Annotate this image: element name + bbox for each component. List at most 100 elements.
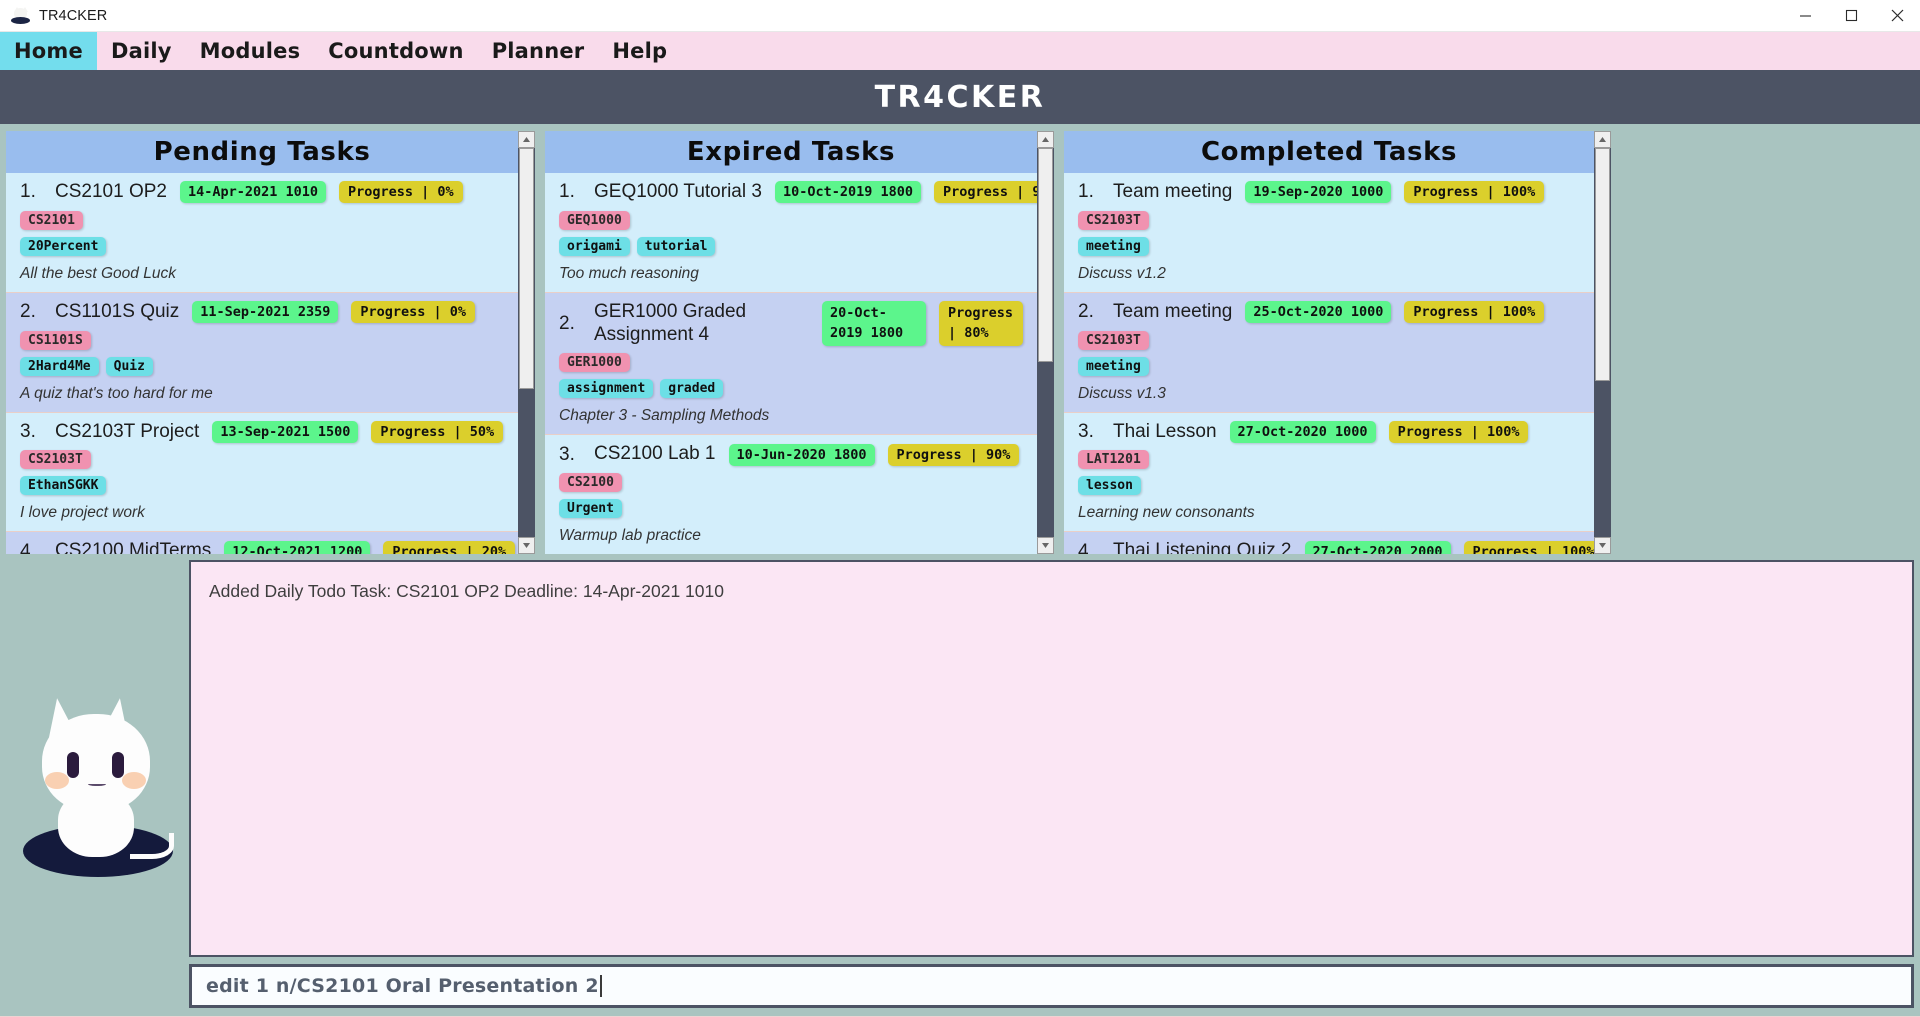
task-card[interactable]: 1. Team meeting 19-Sep-2020 1000 Progress |… xyxy=(1064,173,1594,293)
task-index: 1. xyxy=(559,181,575,203)
command-input[interactable]: edit 1 n/CS2101 Oral Presentation 2 xyxy=(206,975,599,997)
task-deadline-badge: 10-Jun-2020 1800 xyxy=(728,443,875,466)
task-module-tag: CS2103T xyxy=(1078,210,1149,230)
cat-mascot-icon xyxy=(18,692,178,877)
pending-scroll-thumb[interactable] xyxy=(519,148,534,390)
task-card[interactable]: 1. GEQ1000 Tutorial 3 10-Oct-2019 1800 Prog… xyxy=(545,173,1037,293)
completed-scrollbar[interactable] xyxy=(1594,131,1611,554)
expired-panel-title: Expired Tasks xyxy=(686,137,896,167)
task-label-tag: tutorial xyxy=(636,236,716,256)
bottom-region: Added Daily Todo Task: CS2101 OP2 Deadli… xyxy=(0,554,1920,1016)
completed-scroll-thumb[interactable] xyxy=(1595,148,1610,382)
expired-scrollbar[interactable] xyxy=(1037,131,1054,554)
task-label-tag: 2Hard4Me xyxy=(20,356,99,376)
task-card[interactable]: 4. CS2100 MidTerms 12-Oct-2021 1200 Progres… xyxy=(6,532,518,554)
menu-item-countdown[interactable]: Countdown xyxy=(314,32,477,70)
completed-scroll-track[interactable] xyxy=(1594,148,1611,537)
task-label-tag: 20Percent xyxy=(20,236,107,256)
task-card[interactable]: 3. CS2103T Project 13-Sep-2021 1500 Progres… xyxy=(6,412,518,533)
task-card[interactable]: 4. Thai Listening Quiz 2 27-Oct-2020 2000 P… xyxy=(1064,532,1594,554)
task-name: GEQ1000 Tutorial 3 xyxy=(594,181,762,202)
task-label-tag-row: lesson xyxy=(1078,476,1582,496)
window-controls xyxy=(1782,0,1920,32)
task-progress-badge: Progress | 50% xyxy=(371,420,504,443)
task-label-tag-row: meeting xyxy=(1078,236,1582,256)
menu-item-daily[interactable]: Daily xyxy=(97,32,186,70)
task-module-tag: CS2101 xyxy=(20,210,83,230)
maximize-icon[interactable] xyxy=(1828,0,1874,32)
menu-bar: Home Daily Modules Countdown Planner Help xyxy=(0,32,1920,70)
menu-item-help[interactable]: Help xyxy=(598,32,681,70)
task-name: CS2100 Lab 1 xyxy=(594,443,716,465)
task-card[interactable]: 3. Thai Lesson 27-Oct-2020 1000 Progress | … xyxy=(1064,412,1594,533)
task-label-tag: EthanSGKK xyxy=(20,476,107,496)
panel-gap-1 xyxy=(535,131,545,554)
pending-scroll-track[interactable] xyxy=(518,148,535,537)
pending-panel-wrap: Pending Tasks 1. CS2101 OP2 14-Apr-2021 10… xyxy=(6,131,535,554)
task-header-row: 2. CS1101S Quiz 11-Sep-2021 2359 Progress |… xyxy=(20,301,506,324)
task-name: Team meeting xyxy=(1113,181,1233,202)
task-description: A quiz that's too hard for me xyxy=(20,384,213,402)
expired-scroll-track[interactable] xyxy=(1037,148,1054,537)
task-module-tag: CS1101S xyxy=(20,330,91,350)
minimize-icon[interactable] xyxy=(1782,0,1828,32)
feedback-display: Added Daily Todo Task: CS2101 OP2 Deadli… xyxy=(189,560,1914,957)
task-label-tag: meeting xyxy=(1078,236,1149,256)
command-input-box[interactable]: edit 1 n/CS2101 Oral Presentation 2 xyxy=(189,964,1914,1008)
task-name: CS2100 MidTerms xyxy=(55,540,212,554)
task-deadline-badge: 13-Sep-2021 1500 xyxy=(212,420,359,443)
menu-item-planner[interactable]: Planner xyxy=(478,32,599,70)
pending-scrollbar[interactable] xyxy=(518,131,535,554)
expired-scroll-up-icon[interactable] xyxy=(1037,131,1054,148)
expired-scroll-down-icon[interactable] xyxy=(1037,537,1054,554)
task-card[interactable]: 2. Team meeting 25-Oct-2020 1000 Progress |… xyxy=(1064,292,1594,413)
task-header-row: 3. Thai Lesson 27-Oct-2020 1000 Progress | … xyxy=(1078,421,1582,444)
task-card[interactable]: 2. CS1101S Quiz 11-Sep-2021 2359 Progress |… xyxy=(6,292,518,413)
titlebar-left-group: TR4CKER xyxy=(0,7,1782,24)
app-banner: TR4CKER xyxy=(0,70,1920,124)
completed-scroll-down-icon[interactable] xyxy=(1594,537,1611,554)
menu-item-modules[interactable]: Modules xyxy=(186,32,315,70)
pending-scroll-up-icon[interactable] xyxy=(518,131,535,148)
task-progress-badge: Progress | 20% xyxy=(383,540,516,554)
task-deadline-badge: 14-Apr-2021 1010 xyxy=(179,181,327,204)
task-index: 2. xyxy=(559,312,575,334)
task-progress-badge: Progress | 100% xyxy=(1463,540,1594,554)
task-header-row: 3. CS2103T Project 13-Sep-2021 1500 Progres… xyxy=(20,421,506,444)
pending-scroll-down-icon[interactable] xyxy=(518,537,535,554)
expired-tasks-panel: Expired Tasks 1. GEQ1000 Tutorial 3 10-Oct… xyxy=(545,131,1037,554)
task-name: Thai Lesson xyxy=(1113,420,1217,442)
task-label-tag-row: origami tutorial xyxy=(559,236,1025,256)
mascot-column xyxy=(6,560,189,1008)
completed-tasks-panel: Completed Tasks 1. Team meeting 19-Sep-202… xyxy=(1064,131,1594,554)
completed-task-list[interactable]: 1. Team meeting 19-Sep-2020 1000 Progress |… xyxy=(1064,173,1594,554)
task-module-tag-row: CS1101S xyxy=(20,330,506,350)
task-description: Discuss v1.3 xyxy=(1078,384,1166,402)
task-card[interactable]: 2. GER1000 Graded Assignment 4 20-Oct-2019… xyxy=(545,292,1037,436)
task-description: All the best Good Luck xyxy=(20,264,176,282)
task-label-tag-row: Urgent xyxy=(559,499,1025,519)
task-header-row: 1. CS2101 OP2 14-Apr-2021 1010 Progress | 0… xyxy=(20,181,506,204)
task-name: CS1101S Quiz xyxy=(55,300,180,322)
close-icon[interactable] xyxy=(1874,0,1920,32)
window-titlebar: TR4CKER xyxy=(0,0,1920,32)
task-module-tag-row: LAT1201 xyxy=(1078,450,1582,470)
task-card[interactable]: 1. CS2101 OP2 14-Apr-2021 1010 Progress | 0… xyxy=(6,173,518,293)
task-module-tag-row: CS2103T xyxy=(1078,330,1582,350)
task-card[interactable]: 3. CS2100 Lab 1 10-Jun-2020 1800 Progress |… xyxy=(545,435,1037,554)
pending-panel-title: Pending Tasks xyxy=(153,137,371,167)
cat-logo-icon xyxy=(11,7,30,24)
task-module-tag-row: GER1000 xyxy=(559,353,1025,373)
completed-scroll-up-icon[interactable] xyxy=(1594,131,1611,148)
task-label-tag: origami xyxy=(559,236,630,256)
menu-item-home[interactable]: Home xyxy=(0,32,97,70)
task-label-tag: Urgent xyxy=(559,499,622,519)
expired-task-list[interactable]: 1. GEQ1000 Tutorial 3 10-Oct-2019 1800 Prog… xyxy=(545,173,1037,554)
task-index: 1. xyxy=(1078,181,1094,203)
pending-task-list[interactable]: 1. CS2101 OP2 14-Apr-2021 1010 Progress | 0… xyxy=(6,173,518,554)
task-index: 2. xyxy=(1078,301,1094,323)
pending-panel-header: Pending Tasks xyxy=(6,131,518,173)
task-deadline-badge: 25-Oct-2020 1000 xyxy=(1245,301,1392,324)
task-label-tag-row: 2Hard4Me Quiz xyxy=(20,356,506,376)
expired-scroll-thumb[interactable] xyxy=(1038,148,1053,362)
